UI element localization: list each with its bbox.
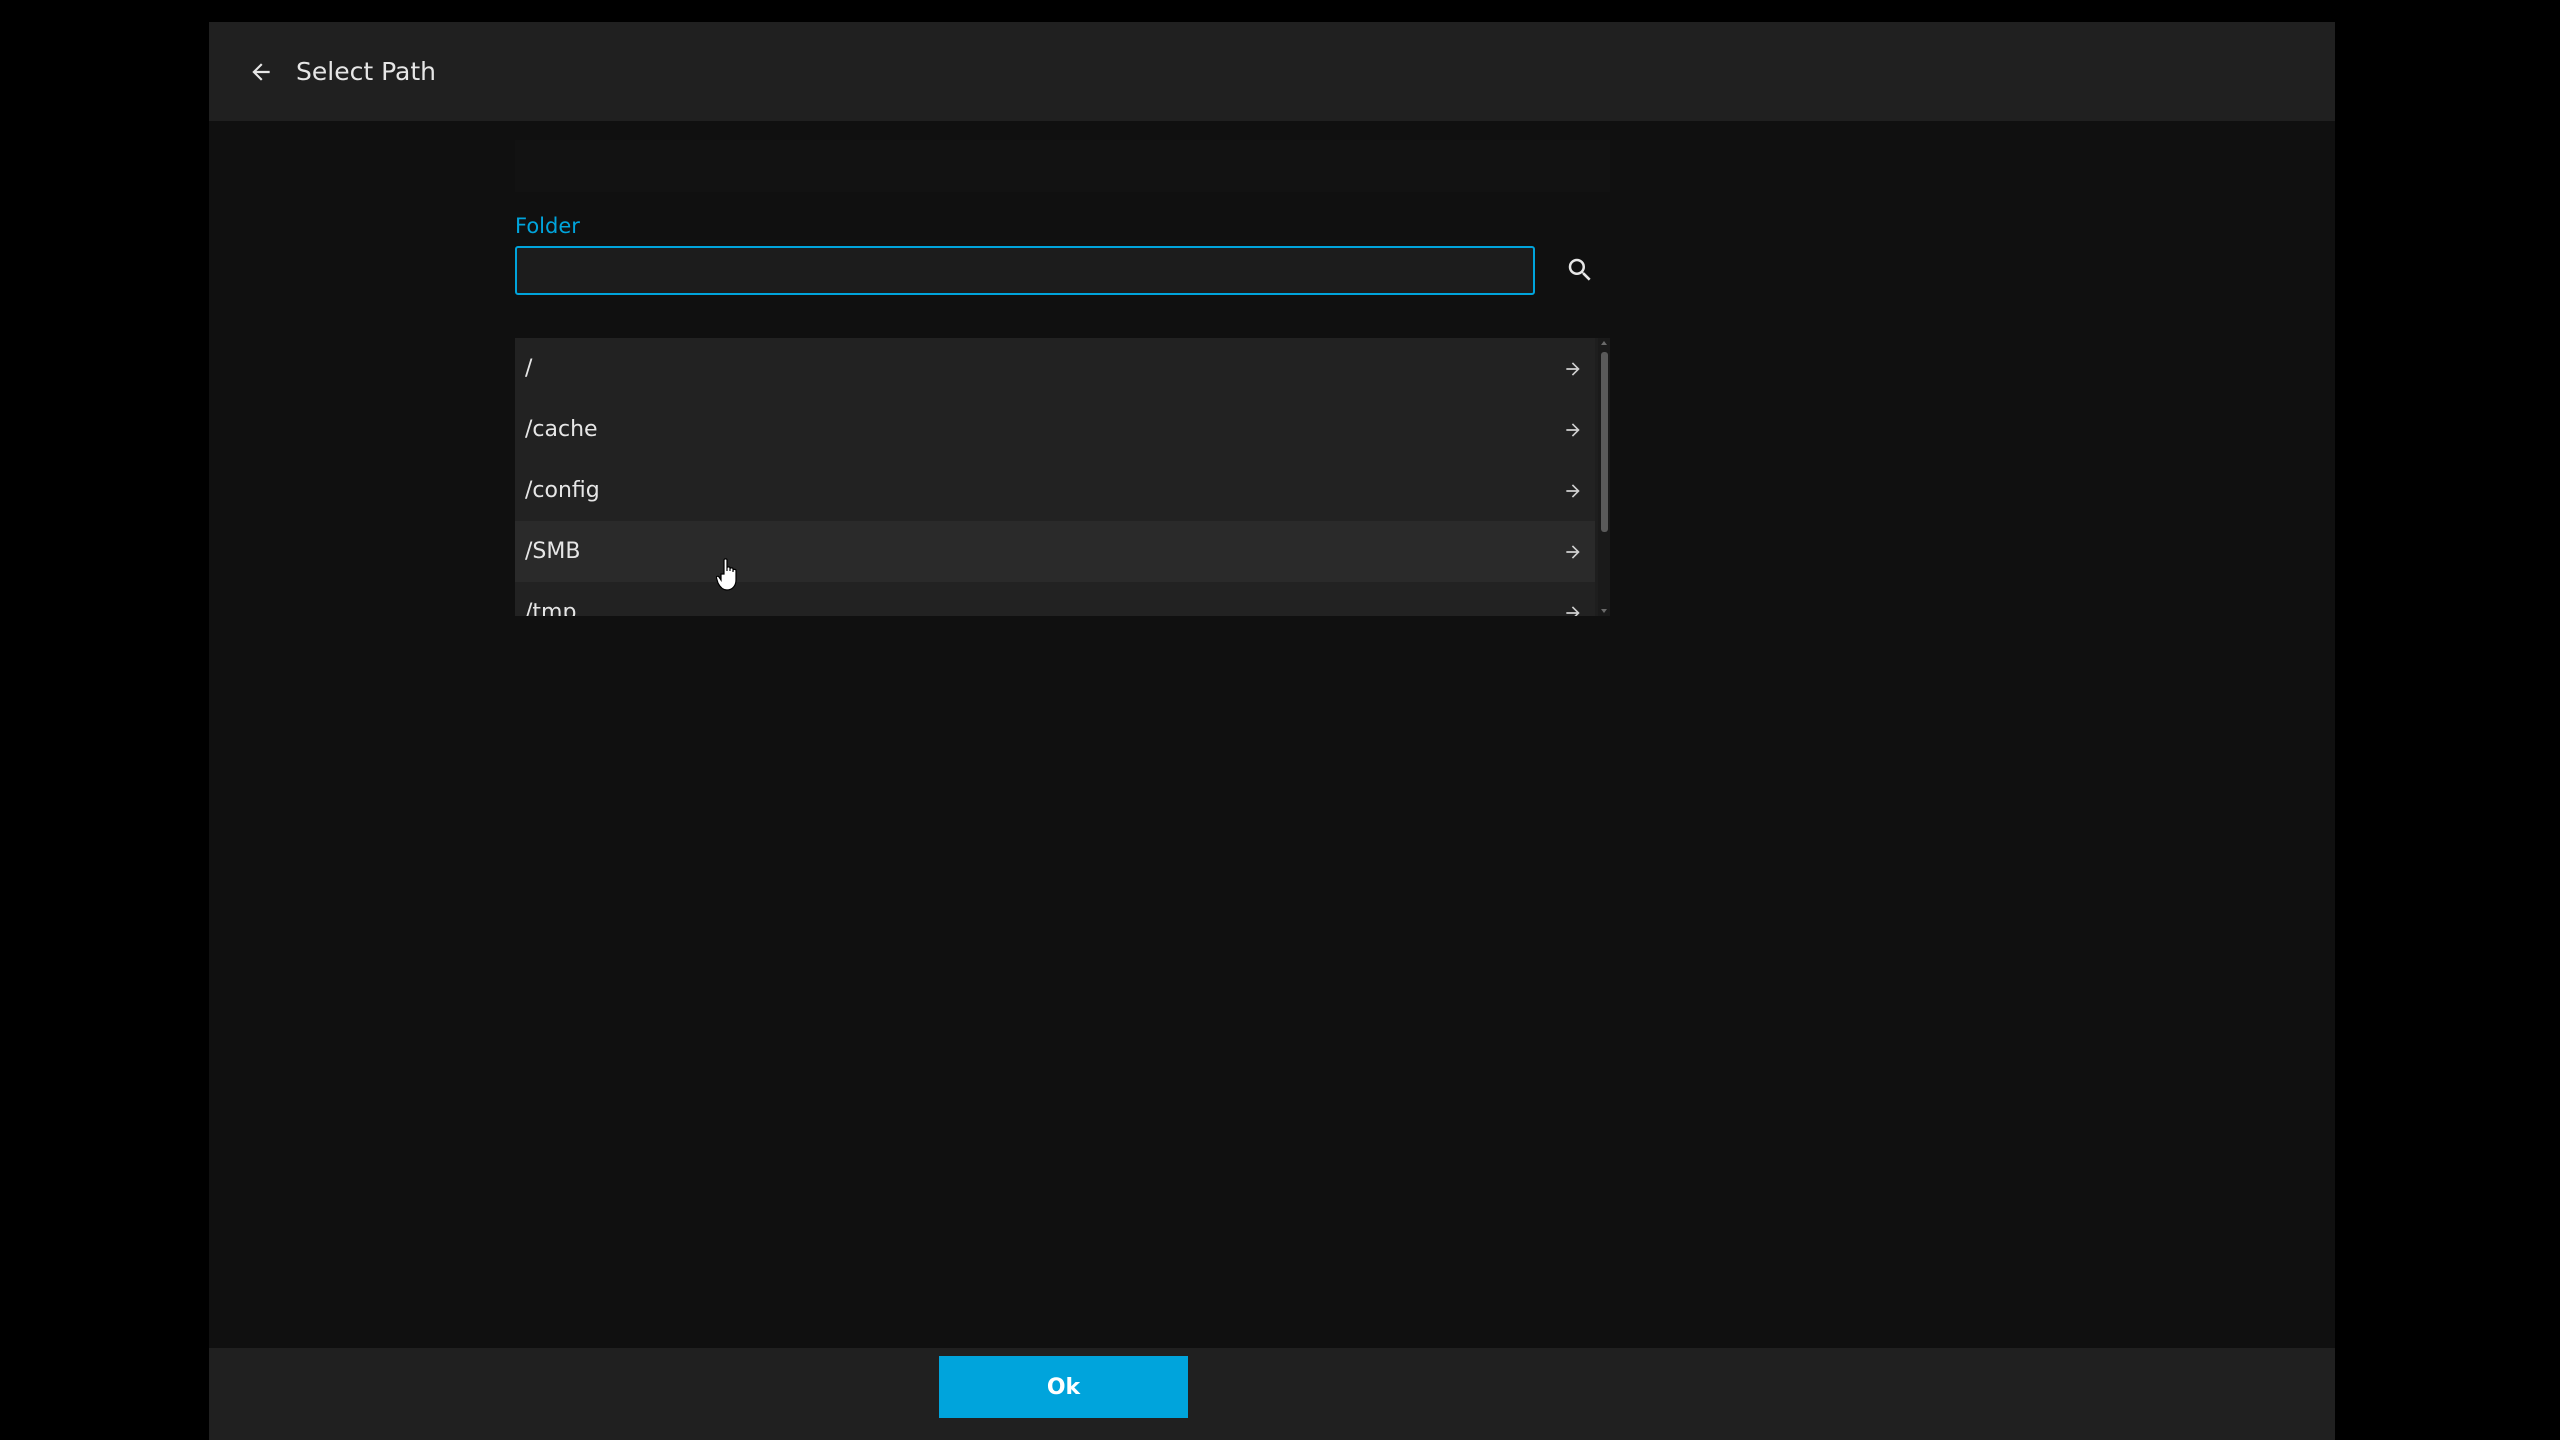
content-strip — [515, 140, 1610, 192]
folder-list: / /cache /config /SMB /tmp — [515, 338, 1610, 616]
arrow-right-icon — [1566, 422, 1580, 437]
arrow-right-icon — [1566, 361, 1580, 376]
list-item[interactable]: /cache — [515, 399, 1595, 460]
arrow-right-icon — [1566, 483, 1580, 498]
folder-input[interactable] — [515, 246, 1535, 295]
list-item-label: /config — [525, 478, 600, 503]
arrow-right-icon — [1566, 605, 1580, 616]
list-item[interactable]: /SMB — [515, 521, 1595, 582]
list-item-label: /cache — [525, 417, 598, 442]
search-icon — [1568, 258, 1591, 281]
list-item[interactable]: /tmp — [515, 582, 1595, 616]
dialog-footer — [209, 1348, 2335, 1440]
list-scrollbar[interactable] — [1598, 338, 1610, 616]
list-item-label: /SMB — [525, 539, 581, 564]
scroll-up-icon[interactable] — [1601, 340, 1607, 346]
dialog-header: Select Path — [209, 22, 2335, 121]
list-item-label: /tmp — [525, 600, 577, 616]
page-title: Select Path — [296, 57, 436, 86]
arrow-left-icon — [252, 63, 270, 81]
scroll-thumb[interactable] — [1601, 352, 1608, 532]
list-item-label: / — [525, 356, 533, 381]
arrow-right-icon — [1566, 544, 1580, 559]
search-button[interactable] — [1558, 248, 1602, 292]
ok-button[interactable]: Ok — [939, 1356, 1188, 1418]
list-item[interactable]: / — [515, 338, 1595, 399]
scroll-down-icon[interactable] — [1601, 608, 1607, 614]
folder-label: Folder — [515, 214, 580, 238]
list-item[interactable]: /config — [515, 460, 1595, 521]
back-button[interactable] — [239, 50, 283, 94]
